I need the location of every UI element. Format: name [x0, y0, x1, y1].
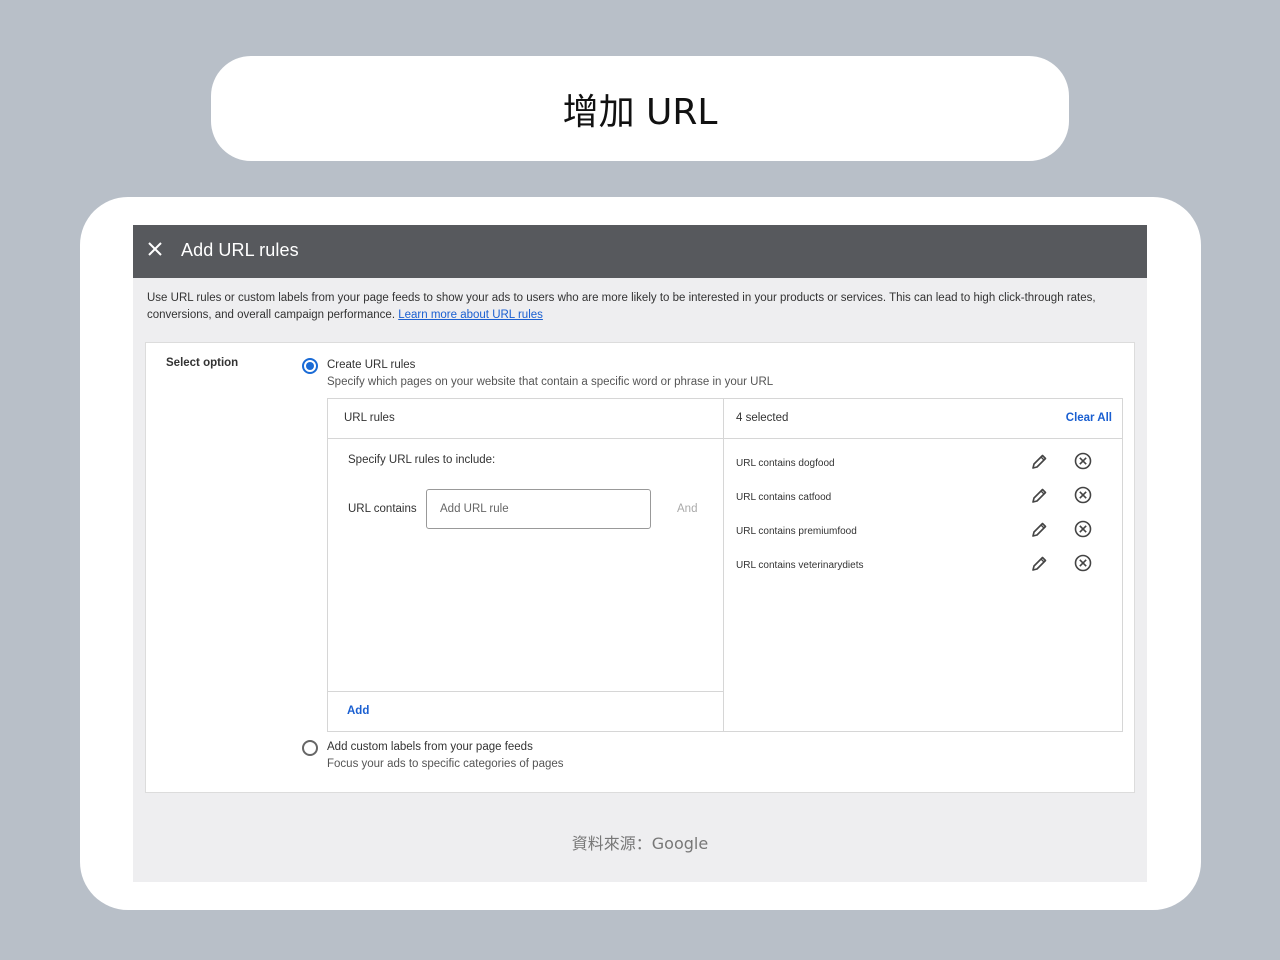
dialog-header: Add URL rules — [133, 225, 1147, 278]
selected-count: 4 selected — [736, 412, 789, 424]
pencil-icon[interactable] — [1029, 520, 1049, 540]
intro-description: Use URL rules or custom labels from your… — [147, 292, 1096, 321]
rule-text: URL contains premiumfood — [736, 526, 857, 537]
select-option-label: Select option — [166, 357, 239, 369]
selected-rules-list: 4 selected Clear All URL contains dogfoo… — [724, 399, 1122, 731]
remove-circle-icon[interactable] — [1073, 519, 1093, 539]
rule-text: URL contains veterinarydiets — [736, 560, 864, 571]
url-rules-header: URL rules — [328, 399, 723, 439]
rule-text: URL contains catfood — [736, 492, 832, 503]
add-bar: Add — [328, 691, 723, 731]
option-create-title: Create URL rules — [327, 359, 416, 371]
pencil-icon[interactable] — [1029, 486, 1049, 506]
clear-all-button[interactable]: Clear All — [1066, 412, 1112, 424]
slide-title: 增加 URL — [211, 56, 1069, 161]
learn-more-link[interactable]: Learn more about URL rules — [398, 309, 543, 321]
url-contains-label: URL contains — [348, 503, 417, 515]
add-button[interactable]: Add — [347, 705, 369, 717]
specify-rules-label: Specify URL rules to include: — [348, 454, 496, 466]
option-create-subtitle: Specify which pages on your website that… — [327, 376, 774, 388]
remove-circle-icon[interactable] — [1073, 553, 1093, 573]
close-icon[interactable] — [144, 238, 166, 260]
option-labels-title: Add custom labels from your page feeds — [327, 741, 533, 753]
add-url-rules-dialog: Add URL rules Use URL rules or custom la… — [133, 225, 1147, 882]
url-rules-header-label: URL rules — [344, 412, 395, 424]
radio-create-url-rules[interactable] — [302, 358, 318, 374]
add-url-rule-input[interactable] — [426, 489, 651, 529]
url-rules-editor: URL rules Specify URL rules to include: … — [328, 399, 724, 731]
and-button[interactable]: And — [677, 503, 697, 515]
option-labels-subtitle: Focus your ads to specific categories of… — [327, 758, 564, 770]
rule-row: URL contains dogfood — [724, 449, 1122, 483]
dialog-title: Add URL rules — [181, 240, 299, 260]
selected-header: 4 selected Clear All — [724, 399, 1122, 439]
url-rules-box: URL rules Specify URL rules to include: … — [327, 398, 1123, 732]
rule-text: URL contains dogfood — [736, 458, 835, 469]
remove-circle-icon[interactable] — [1073, 451, 1093, 471]
pencil-icon[interactable] — [1029, 554, 1049, 574]
pencil-icon[interactable] — [1029, 452, 1049, 472]
remove-circle-icon[interactable] — [1073, 485, 1093, 505]
source-caption: 資料來源：Google — [571, 834, 709, 853]
options-panel: Select option Create URL rules Specify w… — [145, 342, 1135, 793]
rule-row: URL contains veterinarydiets — [724, 551, 1122, 585]
rule-row: URL contains catfood — [724, 483, 1122, 517]
intro-text: Use URL rules or custom labels from your… — [147, 290, 1127, 324]
rule-row: URL contains premiumfood — [724, 517, 1122, 551]
radio-custom-labels[interactable] — [302, 740, 318, 756]
